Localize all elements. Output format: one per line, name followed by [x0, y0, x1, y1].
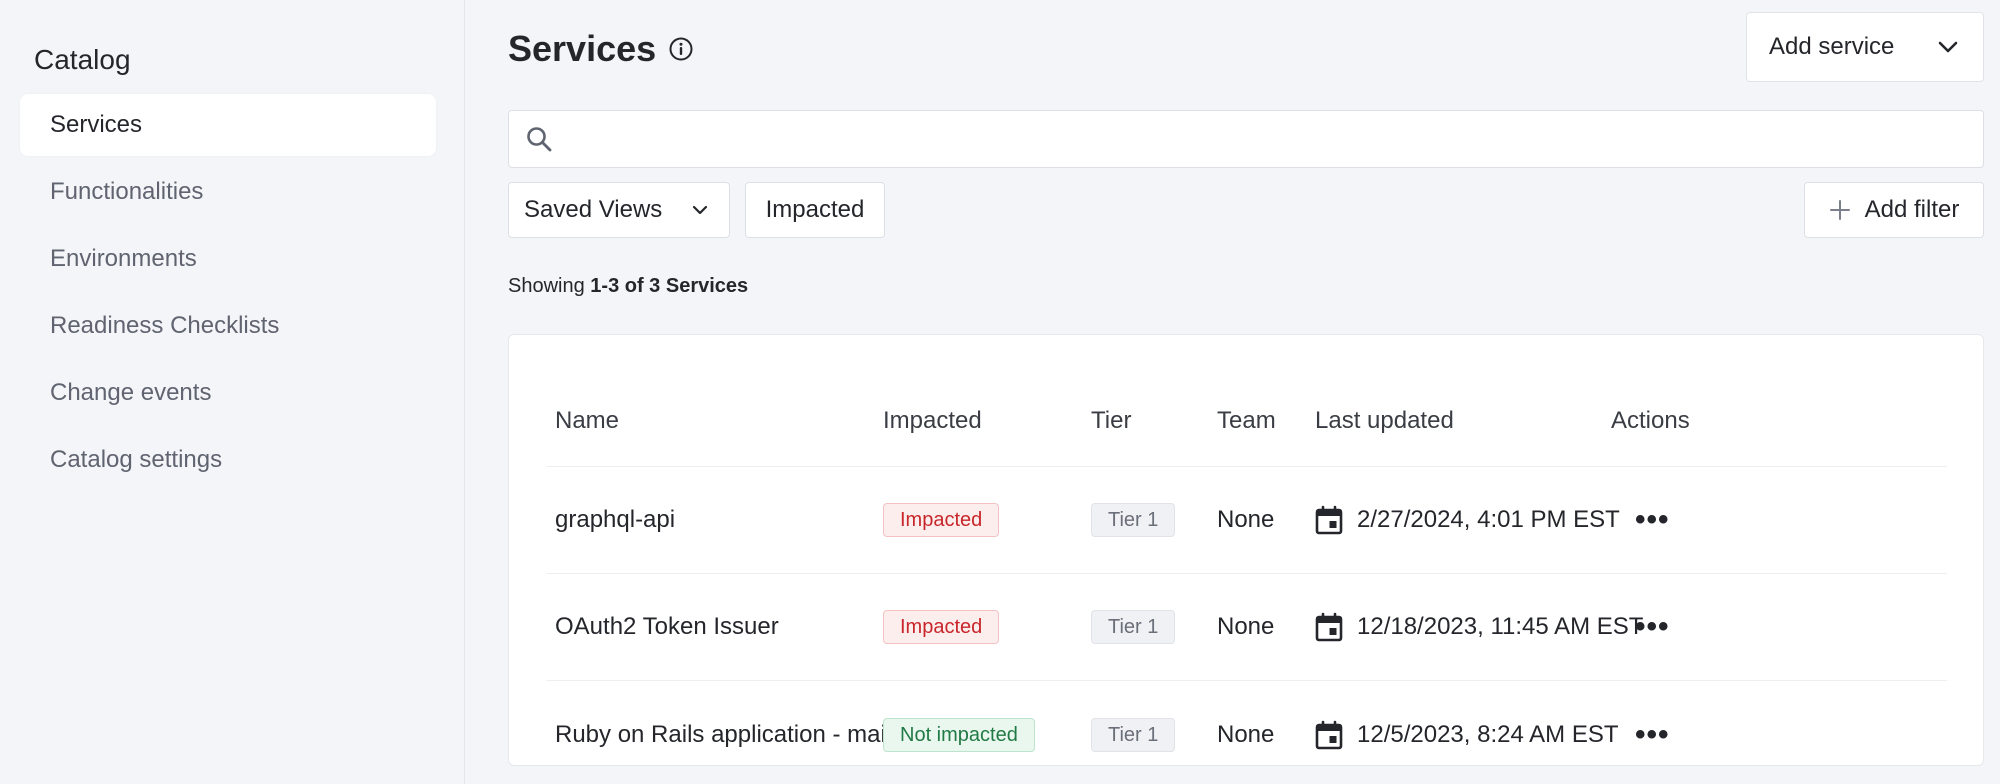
chevron-down-icon — [1938, 41, 1958, 53]
sidebar-item-change-events[interactable]: Change events — [20, 362, 436, 424]
impacted-badge: Impacted — [883, 610, 1000, 644]
chevron-down-icon — [692, 205, 708, 215]
services-table: Name Impacted Tier Team Last updated Act… — [547, 365, 1947, 784]
impacted-badge: Impacted — [883, 503, 1000, 537]
sidebar-item-services[interactable]: Services — [20, 94, 436, 156]
search-input[interactable] — [567, 111, 1983, 167]
last-updated-value: 12/18/2023, 11:45 AM EST — [1357, 613, 1644, 640]
plus-icon — [1829, 200, 1850, 220]
impacted-filter-chip[interactable]: Impacted — [745, 182, 885, 238]
more-actions-icon[interactable]: ••• — [1635, 505, 1670, 535]
add-service-button[interactable]: Add service — [1746, 12, 1984, 82]
sidebar-nav: Services Functionalities Environments Re… — [20, 94, 436, 496]
more-actions-icon[interactable]: ••• — [1635, 612, 1670, 642]
table-row[interactable]: Ruby on Rails application - main Not imp… — [547, 681, 1947, 784]
service-name-link[interactable]: Ruby on Rails application - main — [555, 721, 899, 749]
sidebar-item-environments[interactable]: Environments — [20, 228, 436, 290]
more-actions-icon[interactable]: ••• — [1635, 719, 1670, 750]
impacted-filter-label: Impacted — [765, 196, 865, 223]
results-summary: Showing 1-3 of 3 Services — [508, 275, 748, 298]
table-row[interactable]: graphql-api Impacted Tier 1 None 2/27/20… — [547, 467, 1947, 574]
column-header-last-updated[interactable]: Last updated — [1315, 407, 1454, 435]
calendar-icon — [1315, 720, 1343, 749]
last-updated-value: 2/27/2024, 4:01 PM EST — [1357, 506, 1620, 533]
results-summary-prefix: Showing — [508, 275, 585, 297]
sidebar: Catalog Services Functionalities Environ… — [0, 0, 465, 784]
main-content: Services Add service Saved Views Impacte… — [508, 0, 1984, 784]
team-value: None — [1217, 506, 1275, 533]
sidebar-item-functionalities[interactable]: Functionalities — [20, 161, 436, 223]
sidebar-title: Catalog — [34, 44, 131, 75]
sidebar-item-readiness-checklists[interactable]: Readiness Checklists — [20, 295, 436, 357]
sidebar-item-catalog-settings[interactable]: Catalog settings — [20, 429, 436, 491]
page-header: Services — [508, 28, 694, 70]
calendar-icon — [1315, 505, 1343, 535]
column-header-name[interactable]: Name — [555, 407, 619, 435]
column-header-actions: Actions — [1611, 406, 1690, 434]
page-title: Services — [508, 28, 657, 69]
search-icon — [527, 127, 552, 152]
add-filter-button[interactable]: Add filter — [1804, 182, 1984, 238]
team-value: None — [1217, 613, 1275, 640]
service-name-link[interactable]: OAuth2 Token Issuer — [555, 613, 779, 641]
services-table-card: Name Impacted Tier Team Last updated Act… — [508, 334, 1984, 766]
saved-views-dropdown[interactable]: Saved Views — [508, 182, 730, 238]
calendar-icon — [1315, 612, 1343, 642]
not-impacted-badge: Not impacted — [883, 717, 1035, 752]
team-value: None — [1217, 720, 1275, 748]
add-filter-label: Add filter — [1864, 196, 1960, 223]
table-row[interactable]: OAuth2 Token Issuer Impacted Tier 1 None… — [547, 574, 1947, 681]
saved-views-label: Saved Views — [524, 196, 663, 223]
add-service-label: Add service — [1769, 33, 1895, 60]
info-circle-icon[interactable] — [668, 36, 694, 62]
tier-badge: Tier 1 — [1091, 717, 1176, 752]
search-bar — [508, 110, 1984, 168]
results-summary-range: 1-3 of 3 Services — [590, 275, 749, 297]
column-header-team[interactable]: Team — [1217, 407, 1276, 435]
tier-badge: Tier 1 — [1091, 503, 1176, 537]
tier-badge: Tier 1 — [1091, 610, 1176, 644]
column-header-impacted[interactable]: Impacted — [883, 407, 982, 435]
table-header: Name Impacted Tier Team Last updated Act… — [547, 365, 1947, 467]
service-name-link[interactable]: graphql-api — [555, 506, 675, 534]
column-header-tier[interactable]: Tier — [1091, 407, 1131, 435]
last-updated-value: 12/5/2023, 8:24 AM EST — [1357, 720, 1619, 748]
